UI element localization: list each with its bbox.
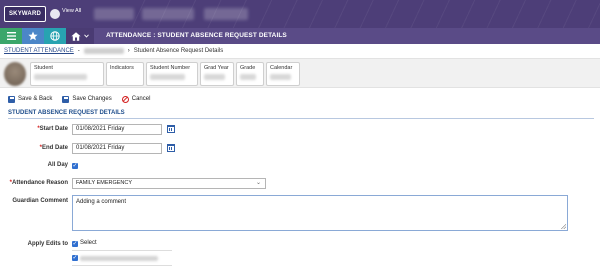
all-day-label: All Day: [47, 162, 68, 168]
student-number-card: Student Number: [146, 62, 198, 86]
grad-year-card: Grad Year: [200, 62, 234, 86]
select-divider: [72, 250, 172, 251]
guardian-comment-label: Guardian Comment: [12, 198, 68, 204]
view-all-button[interactable]: View All: [50, 5, 82, 23]
indicators-card-label: Indicators: [110, 65, 134, 71]
student-apply-checkbox[interactable]: ✓: [72, 255, 78, 261]
calendar-icon[interactable]: [167, 144, 175, 152]
end-date-field[interactable]: 01/08/2021 Friday: [72, 143, 162, 154]
attendance-reason-value: FAMILY EMERGENCY: [76, 180, 133, 186]
globe-icon: [50, 31, 60, 41]
calendar-label: Calendar: [270, 65, 293, 71]
menu-button[interactable]: [0, 28, 22, 44]
save-changes-button[interactable]: Save Changes: [62, 95, 112, 103]
calendar-card: Calendar: [266, 62, 300, 86]
grad-year-label: Grad Year: [204, 65, 229, 71]
top-header: SKYWARD View All: [0, 0, 600, 28]
student-card[interactable]: Student: [30, 62, 104, 86]
grade-card: Grade: [236, 62, 264, 86]
guardian-comment-value: Adding a comment: [76, 199, 127, 205]
select-label: Select: [80, 240, 97, 246]
cancel-icon: [121, 95, 129, 103]
attendance-reason-select[interactable]: FAMILY EMERGENCY ⌄: [72, 178, 266, 189]
main-toolbar: ATTENDANCE : STUDENT ABSENCE REQUEST DET…: [0, 28, 600, 44]
redacted-student-tab[interactable]: [142, 8, 194, 20]
attendance-reason-label: *Attendance Reason: [9, 180, 68, 186]
save-icon: [62, 95, 70, 103]
chevron-down-icon: [84, 34, 89, 38]
apply-edits-label: Apply Edits to: [27, 241, 68, 247]
home-button[interactable]: [66, 28, 94, 44]
section-divider: [8, 118, 594, 119]
redacted-student-tab[interactable]: [94, 8, 134, 20]
skyward-logo[interactable]: SKYWARD: [4, 6, 46, 22]
globe-button[interactable]: [44, 28, 66, 44]
save-back-label: Save & Back: [18, 96, 53, 102]
breadcrumb-chevron-icon: ›: [127, 48, 130, 54]
breadcrumb: STUDENT ATTENDANCE - › Student Absence R…: [4, 46, 223, 56]
start-date-field[interactable]: 01/08/2021 Friday: [72, 124, 162, 135]
redacted-student-name: [83, 48, 124, 54]
all-day-checkbox[interactable]: ✓: [72, 163, 78, 169]
student-card-label: Student: [34, 65, 53, 71]
page-title: ATTENDANCE : STUDENT ABSENCE REQUEST DET…: [106, 32, 287, 39]
student-number-label: Student Number: [150, 65, 191, 71]
section-title: STUDENT ABSENCE REQUEST DETAILS: [8, 110, 125, 116]
save-back-button[interactable]: Save & Back: [8, 95, 53, 103]
save-icon: [8, 95, 15, 103]
end-date-label: *End Date: [39, 145, 68, 151]
redacted-student-tab[interactable]: [204, 8, 248, 20]
save-changes-label: Save Changes: [72, 96, 112, 102]
favorites-button[interactable]: [22, 28, 44, 44]
star-icon: [28, 31, 38, 41]
redacted-student-number: [150, 74, 186, 80]
calendar-icon[interactable]: [167, 125, 175, 133]
start-date-label: *Start Date: [37, 126, 68, 132]
breadcrumb-separator: -: [77, 48, 80, 54]
chevron-down-icon: ⌄: [255, 180, 261, 186]
entry-divider: [72, 265, 172, 266]
redacted-grad-year: [204, 74, 225, 80]
grade-label: Grade: [240, 65, 256, 71]
redacted-calendar: [270, 74, 291, 80]
breadcrumb-parent-link[interactable]: STUDENT ATTENDANCE: [4, 46, 74, 56]
redacted-grade: [240, 74, 256, 80]
breadcrumb-current: Student Absence Request Details: [133, 48, 224, 54]
avatar: [4, 62, 26, 86]
action-bar: Save & Back Save Changes Cancel: [8, 94, 150, 104]
view-all-icon: [50, 9, 60, 19]
hamburger-menu-icon: [6, 32, 16, 40]
guardian-comment-textarea[interactable]: Adding a comment: [72, 195, 568, 231]
redacted-student-value: [34, 74, 87, 80]
home-icon: [71, 31, 81, 41]
redacted-student-entry: [80, 256, 158, 261]
student-info-bar: Student Indicators Student Number Grad Y…: [0, 58, 600, 88]
indicators-card[interactable]: Indicators: [106, 62, 144, 86]
cancel-label: Cancel: [131, 96, 151, 102]
select-all-checkbox[interactable]: ✓: [72, 241, 78, 247]
view-all-label: View All: [62, 8, 82, 14]
cancel-button[interactable]: Cancel: [121, 95, 151, 103]
resize-handle[interactable]: [561, 224, 566, 229]
